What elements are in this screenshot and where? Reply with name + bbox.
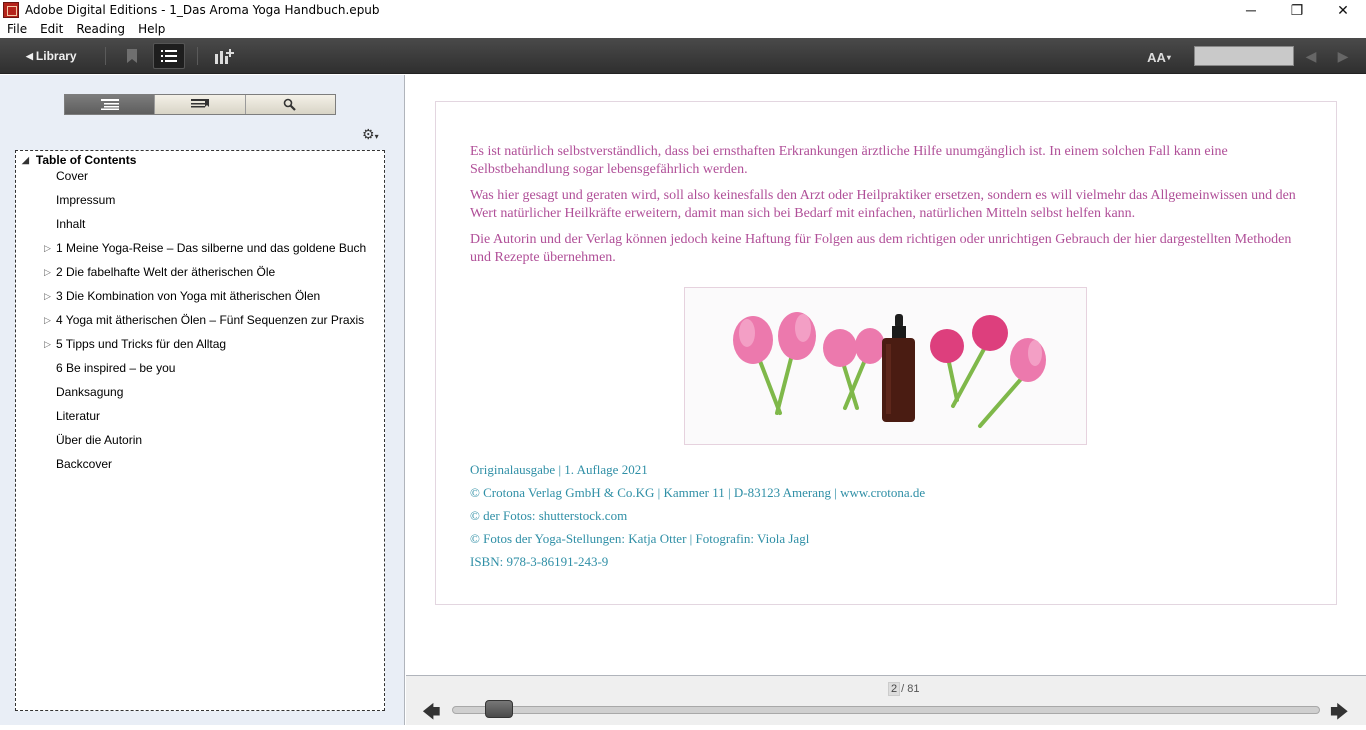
toc-item-chapter-6[interactable]: 6 Be inspired – be you xyxy=(56,361,175,375)
toc-item-cover[interactable]: Cover xyxy=(56,169,88,183)
toc-item-chapter-4[interactable]: 4 Yoga mit ätherischen Ölen – Fünf Seque… xyxy=(56,313,364,327)
back-arrow-icon: ◀ xyxy=(26,50,33,61)
gear-icon[interactable]: ⚙▾ xyxy=(362,126,379,143)
toc-item-literatur[interactable]: Literatur xyxy=(56,409,100,423)
previous-page-arrow-icon[interactable]: 🡄 xyxy=(422,700,441,730)
dropdown-icon: ▾ xyxy=(1166,52,1171,62)
app-icon xyxy=(3,2,19,18)
restore-button[interactable]: ❐ xyxy=(1274,0,1320,20)
window-controls: ─ ❐ ✕ xyxy=(1228,0,1366,20)
toc-item-backcover[interactable]: Backcover xyxy=(56,457,112,471)
toc-item-danksagung[interactable]: Danksagung xyxy=(56,385,123,399)
search-icon xyxy=(284,98,297,111)
current-page-field[interactable]: 2 xyxy=(888,682,901,696)
toc-toggle-button[interactable] xyxy=(153,43,185,69)
window-title: Adobe Digital Editions - 1_Das Aroma Yog… xyxy=(25,3,380,17)
page-slider-thumb[interactable] xyxy=(485,700,513,718)
toc-item-inhalt[interactable]: Inhalt xyxy=(56,217,85,231)
imprint-line: © der Fotos: shutterstock.com xyxy=(470,508,628,523)
toc-title: Table of Contents xyxy=(35,153,137,167)
tab-search[interactable] xyxy=(245,95,335,114)
bookmark-icon[interactable] xyxy=(124,47,140,65)
lotus-photo xyxy=(684,287,1087,445)
next-page-arrow-icon[interactable]: 🡆 xyxy=(1330,700,1349,730)
menu-reading[interactable]: Reading xyxy=(69,22,131,36)
sidebar-tabs xyxy=(64,94,336,115)
imprint-line: © Fotos der Yoga-Stellungen: Katja Otter… xyxy=(470,531,810,546)
list-icon xyxy=(161,50,177,62)
expand-triangle-icon[interactable]: ▷ xyxy=(44,315,51,326)
menu-bar: File Edit Reading Help xyxy=(0,20,1366,38)
toc-icon xyxy=(100,99,119,110)
expand-triangle-icon[interactable]: ▷ xyxy=(44,243,51,254)
toc-item-impressum[interactable]: Impressum xyxy=(56,193,115,207)
page-navigation-bar: 2 / 81 🡄 🡆 xyxy=(406,675,1366,725)
total-pages: / 81 xyxy=(901,683,920,695)
menu-help[interactable]: Help xyxy=(131,22,171,36)
add-bookmark-chart-icon[interactable] xyxy=(212,47,236,65)
font-size-button[interactable]: AA ▾ xyxy=(1144,47,1174,67)
book-page: Es ist natürlich selbstverständlich, das… xyxy=(435,101,1337,605)
minimize-button[interactable]: ─ xyxy=(1228,0,1274,20)
tab-table-of-contents[interactable] xyxy=(65,95,156,114)
toolbar: ◀ Library AA ▾ ◀ ▶ xyxy=(0,38,1366,74)
reading-pane[interactable]: Es ist natürlich selbstverständlich, das… xyxy=(406,75,1366,675)
toc-item-chapter-3[interactable]: 3 Die Kombination von Yoga mit ätherisch… xyxy=(56,289,320,303)
expand-triangle-icon[interactable]: ▷ xyxy=(44,267,51,278)
menu-file[interactable]: File xyxy=(0,22,33,36)
page-paragraph: Was hier gesagt und geraten wird, soll a… xyxy=(470,188,1296,221)
toc-tree: ◢ Table of Contents Cover Impressum Inha… xyxy=(15,150,385,711)
expand-triangle-icon[interactable]: ▷ xyxy=(44,339,51,350)
imprint-line: Originalausgabe | 1. Auflage 2021 xyxy=(470,462,648,477)
toolbar-divider xyxy=(197,47,198,65)
page-paragraph: Die Autorin und der Verlag können jedoch… xyxy=(470,232,1292,265)
imprint-line: © Crotona Verlag GmbH & Co.KG | Kammer 1… xyxy=(470,485,926,500)
imprint-line: ISBN: 978-3-86191-243-9 xyxy=(470,554,609,569)
next-page-icon[interactable]: ▶ xyxy=(1334,47,1352,65)
toc-item-chapter-5[interactable]: 5 Tipps und Tricks für den Alltag xyxy=(56,337,226,351)
page-slider-track[interactable] xyxy=(452,706,1320,714)
toolbar-divider xyxy=(105,47,106,65)
page-indicator: 2 / 81 xyxy=(888,682,919,696)
sidebar: ⚙▾ ◢ Table of Contents Cover Impressum I… xyxy=(0,75,405,725)
toc-item-chapter-1[interactable]: 1 Meine Yoga-Reise – Das silberne und da… xyxy=(56,241,366,255)
menu-edit[interactable]: Edit xyxy=(33,22,69,36)
library-label: Library xyxy=(35,49,77,63)
font-size-label: AA xyxy=(1147,49,1166,65)
tab-bookmarks[interactable] xyxy=(155,95,246,114)
page-number-input[interactable] xyxy=(1194,46,1294,66)
page-paragraph: Es ist natürlich selbstverständlich, das… xyxy=(470,144,1228,177)
toc-root[interactable]: ◢ Table of Contents xyxy=(22,153,136,167)
toc-item-autorin[interactable]: Über die Autorin xyxy=(56,433,142,447)
bookmarks-list-icon xyxy=(190,99,209,108)
previous-page-icon[interactable]: ◀ xyxy=(1302,47,1320,65)
title-bar: Adobe Digital Editions - 1_Das Aroma Yog… xyxy=(0,0,1366,20)
expand-triangle-icon[interactable]: ▷ xyxy=(44,291,51,302)
close-button[interactable]: ✕ xyxy=(1320,0,1366,20)
toc-item-chapter-2[interactable]: 2 Die fabelhafte Welt der ätherischen Öl… xyxy=(56,265,275,279)
library-button[interactable]: ◀ Library xyxy=(26,46,77,66)
collapse-triangle-icon[interactable]: ◢ xyxy=(22,155,29,166)
